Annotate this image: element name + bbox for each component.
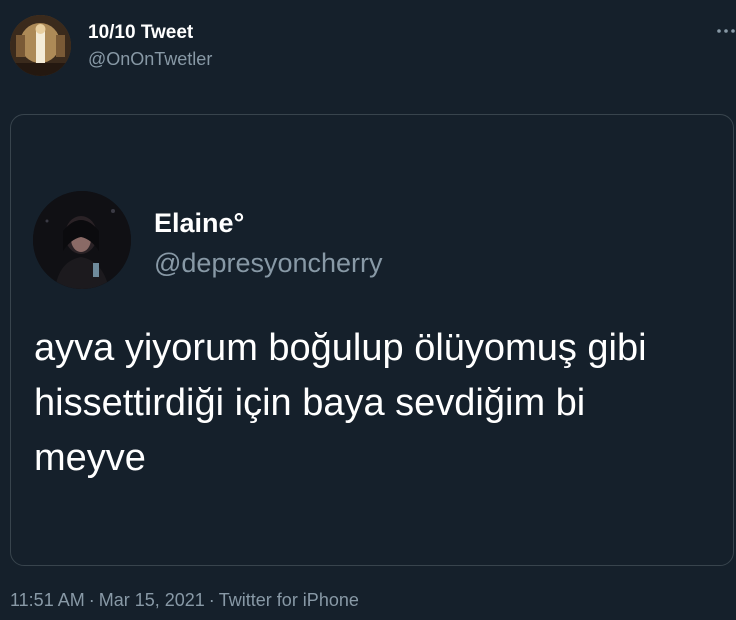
quoted-tweet-text: ayva yiyorum boğulup ölüyomuş gibi hisse…	[34, 327, 647, 479]
tweet-time: 11:51 AM	[10, 590, 85, 610]
author-display-name[interactable]: 10/10 Tweet	[88, 22, 193, 44]
meta-separator: ·	[88, 590, 95, 610]
tweet-meta: 11:51 AM · Mar 15, 2021 · Twitter for iPhone	[10, 589, 359, 611]
tweet: 10/10 Tweet @OnOnTwetler Elaine° @depres…	[0, 0, 736, 620]
author-avatar[interactable]	[10, 15, 71, 76]
meta-separator: ·	[208, 590, 215, 610]
author-avatar-image	[10, 15, 71, 76]
quoted-author-display-name[interactable]: Elaine°	[154, 207, 244, 239]
quoted-author-avatar-image	[33, 191, 131, 289]
tweet-timestamp-link[interactable]: 11:51 AM · Mar 15, 2021	[10, 590, 205, 610]
more-options-icon[interactable]	[716, 24, 736, 38]
quoted-tweet-card[interactable]: Elaine° @depresyoncherry ayva yiyorum bo…	[10, 114, 734, 566]
quoted-author-avatar[interactable]	[33, 191, 131, 289]
tweet-date: Mar 15, 2021	[98, 590, 205, 610]
quoted-author-handle[interactable]: @depresyoncherry	[154, 247, 383, 279]
tweet-source-link[interactable]: Twitter for iPhone	[219, 590, 359, 610]
author-handle[interactable]: @OnOnTwetler	[88, 48, 212, 70]
